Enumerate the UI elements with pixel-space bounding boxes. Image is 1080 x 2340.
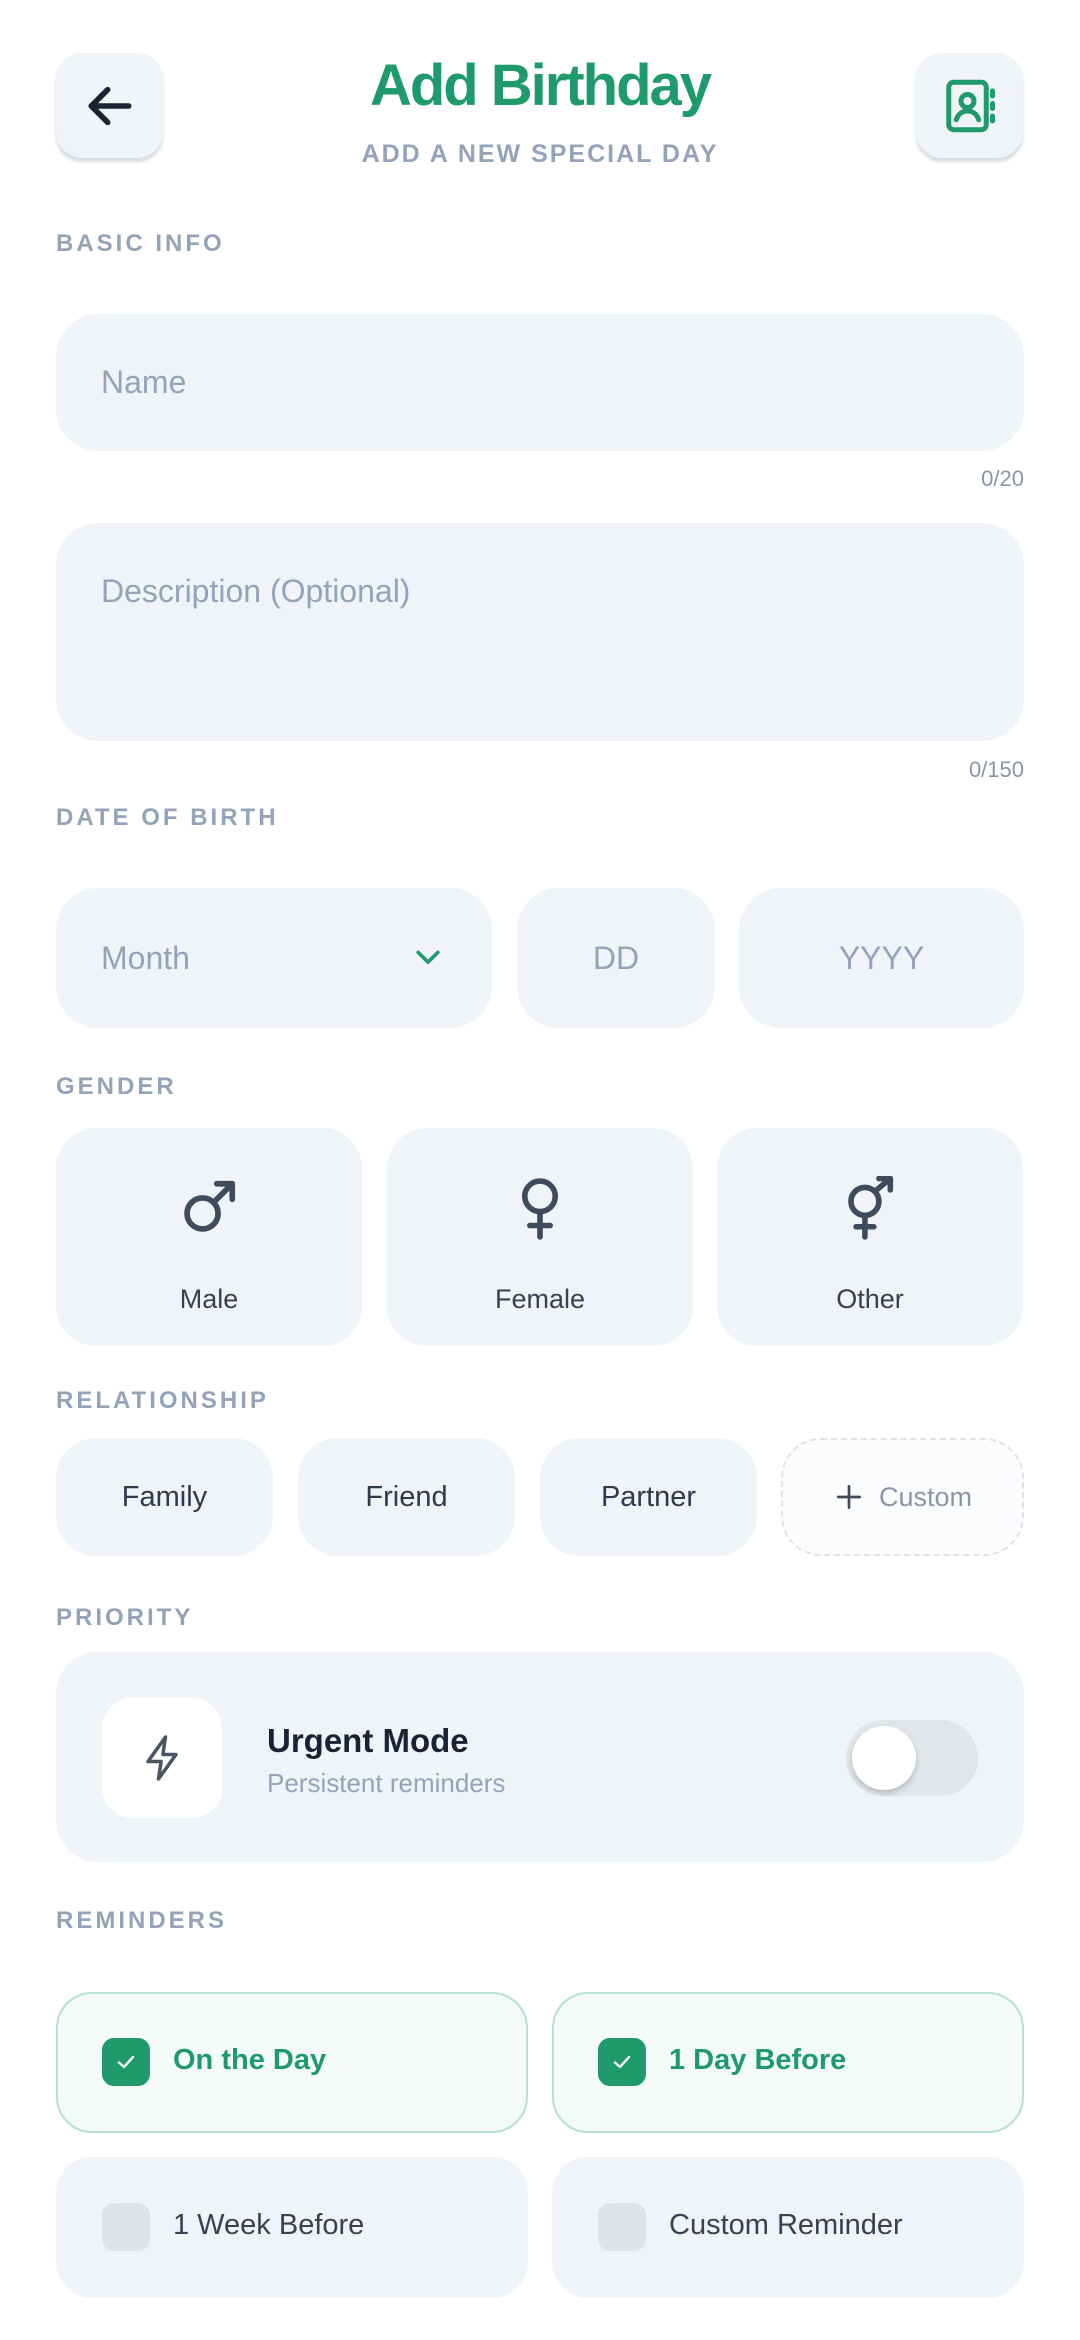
name-placeholder: Name bbox=[101, 364, 187, 400]
page-subtitle: ADD A NEW SPECIAL DAY bbox=[361, 140, 719, 168]
month-placeholder: Month bbox=[101, 940, 190, 976]
relationship-chip-friend[interactable]: Friend bbox=[298, 1438, 515, 1556]
year-input[interactable]: YYYY bbox=[739, 888, 1024, 1028]
reminder-label: 1 Week Before bbox=[173, 2209, 365, 2241]
reminder-custom[interactable]: Custom Reminder bbox=[552, 2157, 1024, 2298]
reminder-1-week-before[interactable]: 1 Week Before bbox=[56, 2157, 528, 2298]
reminder-label: On the Day bbox=[173, 2044, 327, 2076]
urgent-mode-title: Urgent Mode bbox=[267, 1722, 469, 1759]
name-char-counter: 0/20 bbox=[981, 466, 1024, 491]
female-symbol-icon bbox=[521, 1178, 559, 1240]
name-input[interactable]: Name bbox=[56, 314, 1024, 451]
day-input[interactable]: DD bbox=[517, 888, 715, 1028]
gender-label-male: Male bbox=[179, 1284, 239, 1314]
reminder-on-the-day[interactable]: On the Day bbox=[56, 1992, 528, 2133]
reminder-1-day-before[interactable]: 1 Day Before bbox=[552, 1992, 1024, 2133]
month-select[interactable]: Month bbox=[56, 888, 492, 1028]
male-symbol-icon bbox=[184, 1180, 236, 1232]
chevron-down-icon bbox=[416, 950, 440, 965]
contacts-button[interactable] bbox=[916, 53, 1023, 158]
plus-icon bbox=[836, 1485, 861, 1509]
section-label-reminders: REMINDERS bbox=[56, 1907, 228, 1934]
urgent-mode-subtitle: Persistent reminders bbox=[267, 1768, 506, 1798]
gender-option-female[interactable]: Female bbox=[387, 1128, 693, 1346]
gender-label-female: Female bbox=[494, 1284, 586, 1314]
section-label-basic-info: BASIC INFO bbox=[56, 230, 225, 257]
description-input[interactable]: Description (Optional) bbox=[56, 523, 1024, 741]
contact-book-icon bbox=[945, 79, 995, 132]
checkbox-unchecked[interactable] bbox=[598, 2203, 646, 2251]
description-char-counter: 0/150 bbox=[968, 757, 1024, 782]
custom-chip-label: Custom bbox=[878, 1481, 973, 1512]
gender-option-male[interactable]: Male bbox=[56, 1128, 362, 1346]
section-label-relationship: RELATIONSHIP bbox=[56, 1387, 269, 1414]
gender-option-other[interactable]: Other bbox=[717, 1128, 1023, 1346]
year-placeholder: YYYY bbox=[838, 939, 925, 976]
checkbox-unchecked[interactable] bbox=[102, 2203, 150, 2251]
relationship-chip-family[interactable]: Family bbox=[56, 1438, 273, 1556]
urgent-mode-card: Urgent Mode Persistent reminders bbox=[56, 1652, 1024, 1862]
checkmark-icon bbox=[117, 2055, 135, 2069]
urgent-mode-icon-box bbox=[102, 1698, 222, 1818]
transgender-symbol-icon bbox=[848, 1176, 894, 1240]
section-label-gender: GENDER bbox=[56, 1073, 177, 1100]
reminder-label: Custom Reminder bbox=[669, 2209, 903, 2241]
urgent-mode-toggle[interactable] bbox=[846, 1720, 978, 1796]
section-label-date-of-birth: DATE OF BIRTH bbox=[56, 804, 279, 831]
reminder-label: 1 Day Before bbox=[669, 2044, 847, 2076]
section-label-priority: PRIORITY bbox=[56, 1604, 194, 1631]
day-placeholder: DD bbox=[592, 939, 640, 976]
checkmark-icon bbox=[613, 2055, 631, 2069]
description-placeholder: Description (Optional) bbox=[101, 573, 411, 609]
checkbox-checked[interactable] bbox=[102, 2038, 150, 2086]
relationship-chip-custom[interactable]: Custom bbox=[781, 1438, 1024, 1556]
gender-label-other: Other bbox=[836, 1284, 904, 1314]
toggle-knob bbox=[852, 1726, 916, 1790]
checkbox-checked[interactable] bbox=[598, 2038, 646, 2086]
lightning-bolt-icon bbox=[146, 1735, 178, 1781]
relationship-chip-partner[interactable]: Partner bbox=[540, 1438, 757, 1556]
